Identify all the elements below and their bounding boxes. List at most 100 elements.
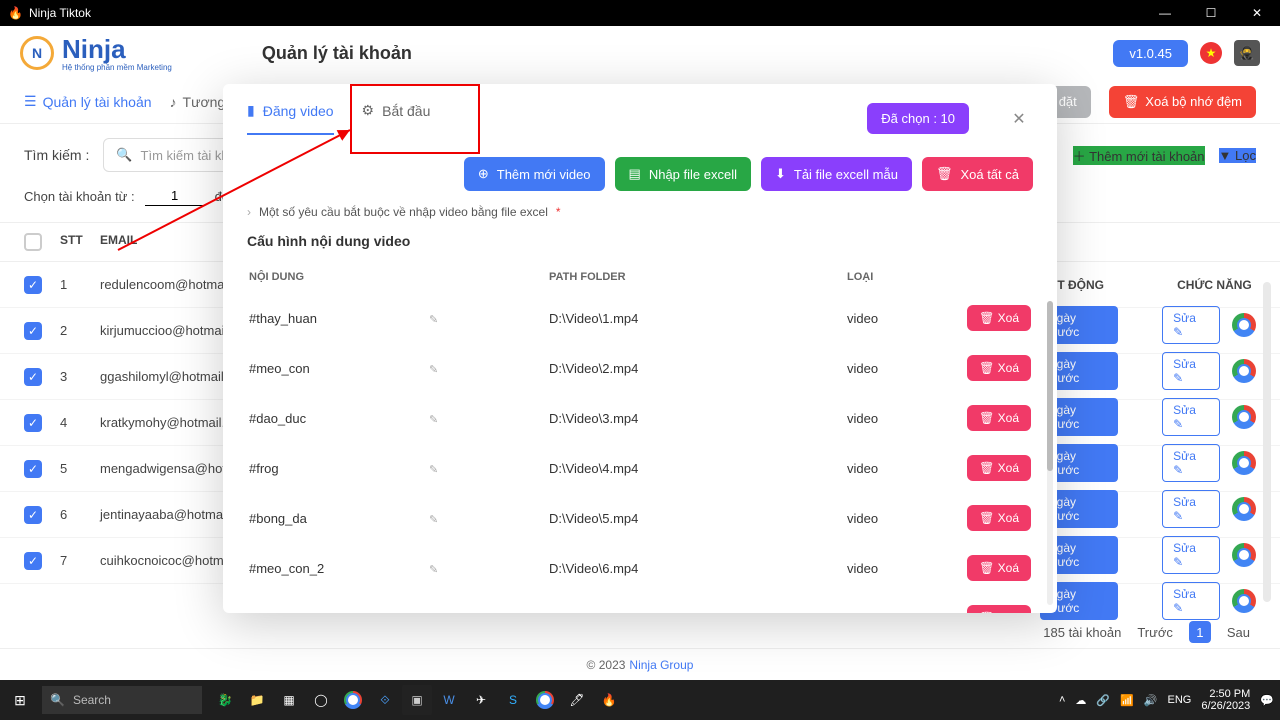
taskbar-app[interactable]: ▦	[274, 685, 304, 715]
delete-row-button[interactable]: 🗑 Xoá	[967, 605, 1031, 613]
video-row: #thay_huan✎ D:\Video\1.mp4 video 🗑 Xoá	[223, 293, 1057, 343]
minimize-button[interactable]: —	[1142, 0, 1188, 26]
add-account-button[interactable]: ＋ Thêm mới tài khoản	[1073, 146, 1205, 165]
taskbar-app[interactable]	[530, 685, 560, 715]
video-content[interactable]: #meo_con_2	[249, 561, 399, 576]
trash-icon: 🗑	[936, 166, 953, 182]
tray-cloud-icon[interactable]: ☁	[1075, 694, 1086, 707]
edit-button[interactable]: Sửa ✎	[1162, 490, 1220, 528]
import-excel-button[interactable]: ▤Nhập file excell	[615, 157, 751, 191]
edit-icon[interactable]: ✎	[429, 364, 438, 376]
chrome-icon[interactable]	[1232, 451, 1256, 475]
modal-scrollbar[interactable]	[1047, 301, 1053, 605]
edit-button[interactable]: Sửa ✎	[1162, 306, 1220, 344]
edit-button[interactable]: Sửa ✎	[1162, 398, 1220, 436]
taskbar-app[interactable]: 📁	[242, 685, 272, 715]
modal-tab-upload[interactable]: ▮ Đăng video	[247, 102, 334, 135]
taskbar-app[interactable]: 🔥	[594, 685, 624, 715]
sample-excel-button[interactable]: ⬇Tải file excell mẫu	[761, 157, 912, 191]
tray-volume-icon[interactable]: 🔊	[1144, 694, 1158, 707]
video-path: D:\Video\1.mp4	[549, 311, 847, 326]
video-modal: ▮ Đăng video ⚙ Bắt đầu Đã chọn : 10 ✕ ⊕T…	[223, 84, 1057, 613]
page-title: Quản lý tài khoản	[172, 43, 1114, 64]
video-row: #bong_da✎ D:\Video\5.mp4 video 🗑 Xoá	[223, 493, 1057, 543]
chrome-icon[interactable]	[1232, 589, 1256, 613]
video-content[interactable]: #bong_da	[249, 511, 399, 526]
close-button[interactable]: ✕	[1234, 0, 1280, 26]
avatar[interactable]: 🥷	[1234, 40, 1260, 66]
row-checkbox[interactable]: ✓	[24, 276, 42, 294]
taskbar-app[interactable]: ◯	[306, 685, 336, 715]
start-button[interactable]: ⊞	[0, 692, 40, 709]
row-checkbox[interactable]: ✓	[24, 322, 42, 340]
row-checkbox[interactable]: ✓	[24, 414, 42, 432]
edit-icon[interactable]: ✎	[429, 564, 438, 576]
version-button[interactable]: v1.0.45	[1113, 40, 1188, 67]
taskbar-app[interactable]: ▣	[402, 685, 432, 715]
section-title: Cấu hình nội dung video	[223, 225, 1057, 261]
language-flag[interactable]: ★	[1200, 42, 1222, 64]
row-checkbox[interactable]: ✓	[24, 460, 42, 478]
tab-accounts[interactable]: ☰ Quản lý tài khoản	[24, 93, 152, 110]
edit-icon[interactable]: ✎	[429, 414, 438, 426]
chrome-icon[interactable]	[1232, 313, 1256, 337]
page-number[interactable]: 1	[1189, 621, 1211, 643]
chrome-icon[interactable]	[1232, 497, 1256, 521]
edit-icon[interactable]: ✎	[429, 514, 438, 526]
select-all-checkbox[interactable]	[24, 233, 42, 251]
modal-tab-start[interactable]: ⚙ Bắt đầu	[362, 102, 431, 135]
chevron-right-icon: ›	[247, 205, 251, 219]
prev-page[interactable]: Trước	[1137, 625, 1173, 640]
delete-row-button[interactable]: 🗑 Xoá	[967, 405, 1031, 431]
delete-row-button[interactable]: 🗑 Xoá	[967, 355, 1031, 381]
modal-close-button[interactable]: ✕	[1005, 105, 1033, 133]
taskbar-app[interactable]: ⟐	[370, 685, 400, 715]
page-scrollbar[interactable]	[1263, 282, 1271, 602]
edit-button[interactable]: Sửa ✎	[1162, 582, 1220, 620]
chrome-icon[interactable]	[1232, 359, 1256, 383]
requirements-note[interactable]: › Một số yêu cầu bắt buộc về nhập video …	[223, 199, 1057, 225]
chrome-icon[interactable]	[1232, 405, 1256, 429]
taskbar-app[interactable]	[338, 685, 368, 715]
footer-brand-link[interactable]: Ninja Group	[629, 658, 693, 672]
delete-row-button[interactable]: 🗑 Xoá	[967, 455, 1031, 481]
taskbar-search[interactable]: 🔍 Search	[42, 686, 202, 714]
row-checkbox[interactable]: ✓	[24, 506, 42, 524]
tray-icon[interactable]: 🔗	[1096, 694, 1110, 707]
selected-count-chip: Đã chọn : 10	[867, 103, 969, 134]
video-content[interactable]: #thay_huan	[249, 311, 399, 326]
delete-row-button[interactable]: 🗑 Xoá	[967, 505, 1031, 531]
system-tray: ˄ ☁ 🔗 📶 🔊 ENG 2:50 PM 6/26/2023 💬	[1059, 688, 1280, 712]
video-row: #funny✎ D:\Video\7.mp4 video 🗑 Xoá	[223, 593, 1057, 613]
edit-button[interactable]: Sửa ✎	[1162, 536, 1220, 574]
taskbar-app[interactable]: 🖊	[562, 685, 592, 715]
row-checkbox[interactable]: ✓	[24, 552, 42, 570]
tray-lang[interactable]: ENG	[1168, 694, 1192, 706]
edit-icon[interactable]: ✎	[429, 464, 438, 476]
taskbar-app[interactable]: S	[498, 685, 528, 715]
maximize-button[interactable]: ☐	[1188, 0, 1234, 26]
row-checkbox[interactable]: ✓	[24, 368, 42, 386]
edit-button[interactable]: Sửa ✎	[1162, 352, 1220, 390]
video-content[interactable]: #funny	[249, 611, 399, 614]
next-page[interactable]: Sau	[1227, 625, 1250, 640]
delete-all-button[interactable]: 🗑Xoá tất cả	[922, 157, 1033, 191]
taskbar-app[interactable]: ✈	[466, 685, 496, 715]
clear-cache-button[interactable]: 🗑 Xoá bộ nhớ đệm	[1109, 86, 1256, 118]
edit-icon[interactable]: ✎	[429, 314, 438, 326]
tray-wifi-icon[interactable]: 📶	[1120, 694, 1134, 707]
edit-button[interactable]: Sửa ✎	[1162, 444, 1220, 482]
video-content[interactable]: #meo_con	[249, 361, 399, 376]
filter-button[interactable]: ▼ Lọc	[1219, 148, 1256, 163]
tray-notifications-icon[interactable]: 💬	[1260, 694, 1274, 707]
video-content[interactable]: #dao_duc	[249, 411, 399, 426]
video-content[interactable]: #frog	[249, 461, 399, 476]
add-video-button[interactable]: ⊕Thêm mới video	[464, 157, 605, 191]
range-from[interactable]	[145, 186, 205, 206]
delete-row-button[interactable]: 🗑 Xoá	[967, 305, 1031, 331]
delete-row-button[interactable]: 🗑 Xoá	[967, 555, 1031, 581]
taskbar-app[interactable]: W	[434, 685, 464, 715]
tray-chevron[interactable]: ˄	[1059, 694, 1065, 706]
taskbar-app[interactable]: 🐉	[210, 685, 240, 715]
chrome-icon[interactable]	[1232, 543, 1256, 567]
